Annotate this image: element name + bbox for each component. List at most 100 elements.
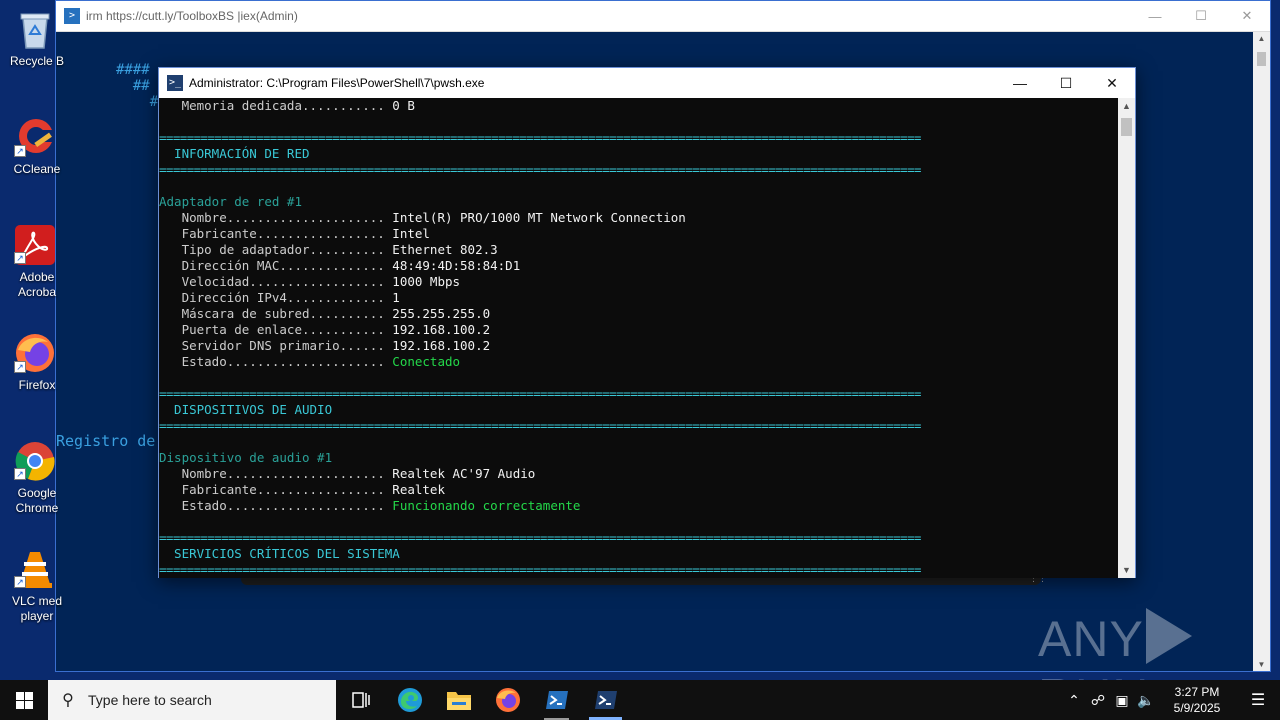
- terminal-scrollbar[interactable]: ▲ ▼: [1118, 98, 1135, 578]
- property-key: Dirección MAC..............: [159, 258, 393, 273]
- terminal-titlebar[interactable]: >_ Administrator: C:\Program Files\Power…: [159, 68, 1135, 98]
- minimize-icon[interactable]: —: [1132, 1, 1178, 32]
- property-key: Fabricante.................: [159, 482, 393, 497]
- property-key: Velocidad..................: [159, 274, 393, 289]
- close-icon[interactable]: ✕: [1089, 68, 1135, 99]
- terminal-property-line: Tipo de adaptador.......... Ethernet 802…: [159, 242, 1119, 258]
- taskbar-search-box[interactable]: ⚲ Type here to search: [48, 680, 336, 720]
- notification-icon[interactable]: ☰: [1236, 690, 1280, 710]
- file-explorer-taskbar-button[interactable]: [434, 680, 483, 720]
- task-view-button[interactable]: [336, 680, 385, 720]
- terminal-taskbar-button[interactable]: [581, 680, 630, 720]
- security-icon[interactable]: ☍: [1086, 692, 1110, 709]
- property-value: 48:49:4D:58:84:D1: [392, 258, 521, 273]
- play-logo-icon: [1145, 608, 1192, 664]
- terminal-separator-line: ========================================…: [159, 130, 921, 145]
- desktop-icon-label: Acroba: [17, 285, 57, 299]
- property-value: Funcionando correctamente: [392, 498, 581, 513]
- shortcut-arrow-icon: ↗: [14, 145, 26, 157]
- terminal-separator-line: ========================================…: [159, 418, 921, 433]
- background-window-title: irm https://cutt.ly/ToolboxBS |iex(Admin…: [86, 9, 298, 23]
- maximize-icon[interactable]: ☐: [1178, 1, 1224, 32]
- terminal-property-line: Estado..................... Funcionando …: [159, 498, 1119, 514]
- scroll-down-arrow-icon[interactable]: ▼: [1118, 565, 1135, 575]
- desktop-icon-label: VLC med: [11, 594, 63, 608]
- property-value: Intel: [392, 226, 430, 241]
- property-value: 1: [392, 290, 400, 305]
- desktop-icon-label: Recycle B: [9, 54, 65, 68]
- background-window-titlebar[interactable]: > irm https://cutt.ly/ToolboxBS |iex(Adm…: [56, 1, 1270, 32]
- desktop-icon-label: Chrome: [15, 501, 59, 515]
- terminal-property-line: Nombre..................... Intel(R) PRO…: [159, 210, 1119, 226]
- desktop-icon-firefox[interactable]: ↗ Firefox: [0, 332, 72, 393]
- powershell-icon: [545, 691, 568, 709]
- ascii-art: #### ## #: [116, 62, 159, 110]
- taskbar: ⚲ Type here to search ⌃ ☍ ▣ 🔈 3:27 PM 5/…: [0, 680, 1280, 720]
- shortcut-arrow-icon: ↗: [14, 576, 26, 588]
- edge-taskbar-button[interactable]: [385, 680, 434, 720]
- clock-time: 3:27 PM: [1174, 685, 1220, 699]
- terminal-property-line: Memoria dedicada........... 0 B: [159, 98, 1119, 114]
- clock-date: 5/9/2025: [1173, 701, 1221, 715]
- start-button[interactable]: [0, 680, 48, 720]
- network-icon[interactable]: ▣: [1110, 692, 1134, 709]
- scrollbar-thumb[interactable]: [1121, 118, 1132, 136]
- terminal-property-line: Velocidad.................. 1000 Mbps: [159, 274, 1119, 290]
- powershell-taskbar-button[interactable]: [532, 680, 581, 720]
- desktop-icon-ccleaner[interactable]: ↗ CCleane: [0, 116, 72, 177]
- terminal-section-header: INFORMACIÓN DE RED: [159, 146, 310, 161]
- terminal-section-header: DISPOSITIVOS DE AUDIO: [159, 402, 333, 417]
- property-value: 1000 Mbps: [392, 274, 461, 289]
- shortcut-arrow-icon: ↗: [14, 468, 26, 480]
- desktop-icon-label: CCleane: [13, 162, 61, 176]
- background-scrollbar[interactable]: ▲ ▼: [1253, 32, 1270, 671]
- property-key: Fabricante.................: [159, 226, 393, 241]
- desktop-icon-vlc[interactable]: ↗ VLC med player: [0, 548, 72, 624]
- taskbar-clock[interactable]: 3:27 PM 5/9/2025: [1158, 684, 1236, 716]
- search-icon: ⚲: [62, 692, 74, 709]
- terminal-separator-line: ========================================…: [159, 386, 921, 401]
- volume-icon[interactable]: 🔈: [1134, 692, 1158, 709]
- desktop-icon-google-chrome[interactable]: ↗ Google Chrome: [0, 440, 72, 516]
- terminal-property-line: Fabricante................. Intel: [159, 226, 1119, 242]
- property-key: Dirección IPv4.............: [159, 290, 393, 305]
- property-value: 255.255.255.0: [392, 306, 491, 321]
- terminal-output[interactable]: Memoria dedicada........... 0 B =========…: [159, 98, 1119, 578]
- firefox-taskbar-button[interactable]: [483, 680, 532, 720]
- shortcut-arrow-icon: ↗: [14, 252, 26, 264]
- folder-icon: [446, 692, 471, 710]
- scroll-up-arrow-icon[interactable]: ▲: [1118, 101, 1135, 111]
- terminal-separator-line: ========================================…: [159, 562, 921, 577]
- property-key: Memoria dedicada...........: [159, 98, 393, 113]
- close-icon[interactable]: ✕: [1224, 1, 1270, 32]
- firefox-icon: [495, 688, 520, 712]
- minimize-icon[interactable]: —: [997, 68, 1043, 99]
- terminal-title: Administrator: C:\Program Files\PowerShe…: [189, 76, 485, 90]
- terminal-separator-line: ========================================…: [159, 530, 921, 545]
- property-value: 192.168.100.2: [392, 338, 491, 353]
- desktop-icon-recycle-bin[interactable]: Recycle B: [0, 8, 72, 69]
- desktop-icon-adobe-acrobat[interactable]: ↗ Adobe Acroba: [0, 224, 72, 300]
- property-key: Nombre.....................: [159, 210, 393, 225]
- powershell-icon: >_: [167, 75, 183, 91]
- desktop-icon-label: player: [20, 609, 54, 623]
- desktop-icon-label: Adobe: [19, 270, 55, 284]
- terminal-property-line: Nombre..................... Realtek AC'9…: [159, 466, 1119, 482]
- property-value: 192.168.100.2: [392, 322, 491, 337]
- property-key: Estado.....................: [159, 354, 393, 369]
- scroll-up-arrow-icon[interactable]: ▲: [1253, 34, 1270, 43]
- terminal-section-header: SERVICIOS CRÍTICOS DEL SISTEMA: [159, 546, 400, 561]
- maximize-icon[interactable]: ☐: [1043, 68, 1089, 99]
- property-key: Tipo de adaptador..........: [159, 242, 393, 257]
- chevron-up-icon[interactable]: ⌃: [1062, 692, 1086, 709]
- terminal-window[interactable]: >_ Administrator: C:\Program Files\Power…: [158, 67, 1136, 578]
- scrollbar-thumb[interactable]: [1257, 52, 1266, 66]
- property-key: Puerta de enlace...........: [159, 322, 393, 337]
- property-value: Intel(R) PRO/1000 MT Network Connection: [392, 210, 686, 225]
- task-view-icon: [351, 692, 370, 708]
- windows-logo-icon: [15, 691, 33, 709]
- terminal-property-line: Dirección MAC.............. 48:49:4D:58:…: [159, 258, 1119, 274]
